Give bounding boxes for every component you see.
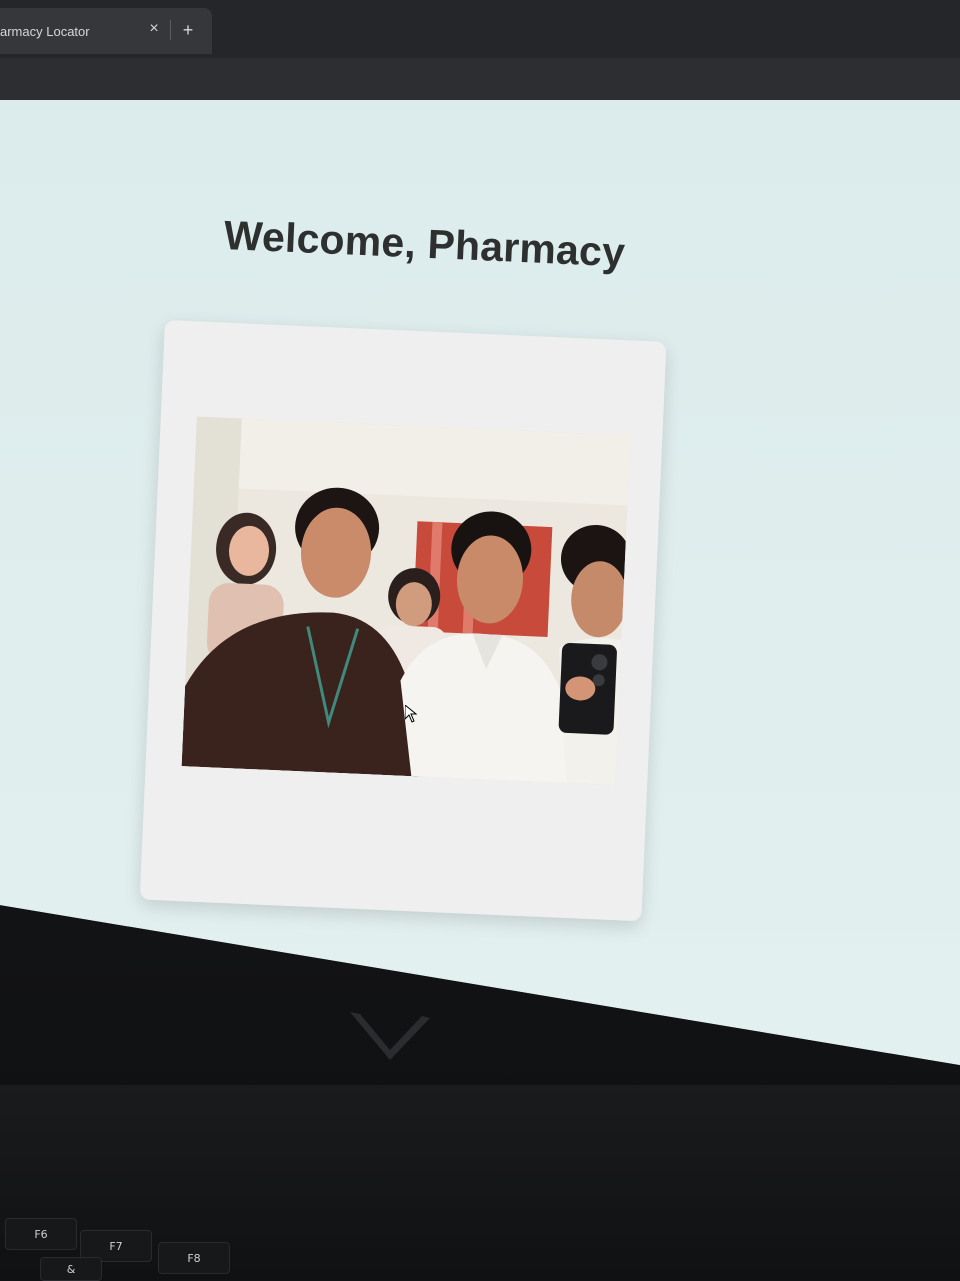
photo-card: [139, 320, 667, 922]
key-f8[interactable]: F8: [158, 1242, 230, 1274]
plus-icon[interactable]: +: [178, 20, 198, 40]
page-title: Welcome, Pharmacy: [222, 212, 627, 276]
page-content: Welcome, Pharmacy: [0, 100, 960, 1065]
key-label: F8: [187, 1251, 201, 1265]
browser-toolbar: [0, 58, 960, 101]
key-f6[interactable]: F6: [5, 1218, 77, 1250]
keyboard: F6 F7 F8 &: [0, 1085, 960, 1281]
key-label: F7: [109, 1239, 123, 1253]
close-icon[interactable]: ×: [145, 20, 163, 38]
group-photo: [181, 416, 631, 786]
screen: armacy Locator × + Welcome, Pharmacy: [0, 0, 960, 1065]
cursor-icon: [405, 705, 417, 723]
hinge-logo-icon: [350, 1012, 430, 1060]
browser-tab-strip: armacy Locator × +: [0, 0, 960, 58]
key-label: &: [66, 1262, 76, 1276]
group-photo-illustration: [181, 416, 631, 786]
tab-divider: [170, 20, 171, 40]
key-ampersand[interactable]: &: [40, 1257, 102, 1281]
key-label: F6: [34, 1227, 48, 1241]
tab-title: armacy Locator: [0, 23, 90, 39]
